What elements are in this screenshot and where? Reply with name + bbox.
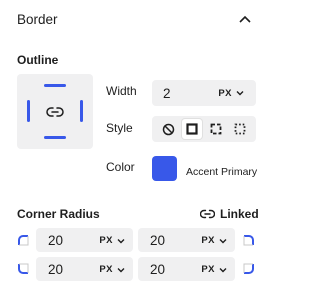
collapse-button[interactable] [237, 12, 253, 26]
outline-label: Outline [17, 53, 59, 67]
unit-label: PX [201, 235, 215, 246]
dotted-border-icon [234, 123, 246, 135]
bottom-right-radius-input[interactable]: 20 PX [138, 257, 235, 281]
bottom-side-bar[interactable] [44, 136, 66, 139]
width-input[interactable]: 2 PX [152, 80, 256, 106]
chevron-down-icon [236, 91, 244, 96]
bottom-left-radius-value: 20 [48, 262, 64, 277]
width-unit-select[interactable]: PX [218, 88, 244, 99]
no-border-icon [162, 123, 174, 135]
color-name[interactable]: Accent Primary [186, 166, 257, 178]
bottom-right-radius-value: 20 [150, 262, 166, 277]
outline-side-picker[interactable] [17, 74, 93, 149]
style-label: Style [106, 121, 133, 135]
dashed-border-icon [210, 123, 222, 135]
solid-border-icon [186, 123, 198, 135]
style-none-option[interactable] [158, 119, 178, 139]
unit-label: PX [201, 264, 215, 275]
bottom-right-unit-select[interactable]: PX [201, 264, 227, 275]
width-value: 2 [163, 85, 171, 101]
top-right-corner-icon [243, 235, 254, 246]
style-dashed-option[interactable] [206, 119, 226, 139]
top-right-unit-select[interactable]: PX [201, 235, 227, 246]
top-left-unit-select[interactable]: PX [99, 235, 125, 246]
border-section-title: Border [17, 12, 58, 27]
unit-label: PX [99, 264, 113, 275]
style-dotted-option[interactable] [230, 119, 250, 139]
bottom-right-corner-icon [243, 263, 254, 274]
width-label: Width [106, 84, 137, 98]
top-right-radius-input[interactable]: 20 PX [138, 228, 235, 252]
top-left-radius-input[interactable]: 20 PX [36, 228, 133, 252]
unit-label: PX [99, 235, 113, 246]
color-swatch[interactable] [152, 156, 177, 181]
top-left-radius-value: 20 [48, 233, 64, 248]
right-side-bar[interactable] [80, 100, 83, 122]
bottom-left-corner-icon [18, 263, 29, 274]
style-solid-option[interactable] [182, 119, 202, 139]
linked-label: Linked [220, 207, 259, 221]
chevron-down-icon [117, 267, 125, 272]
style-toggle-group [152, 116, 256, 142]
chevron-down-icon [219, 267, 227, 272]
top-side-bar[interactable] [44, 84, 66, 87]
chevron-up-icon [239, 15, 251, 23]
chevron-down-icon [219, 238, 227, 243]
chevron-down-icon [117, 238, 125, 243]
corner-radius-label: Corner Radius [17, 207, 100, 221]
link-icon[interactable] [46, 103, 64, 121]
color-label: Color [106, 160, 135, 174]
bottom-left-radius-input[interactable]: 20 PX [36, 257, 133, 281]
top-right-radius-value: 20 [150, 233, 166, 248]
top-left-corner-icon [18, 235, 29, 246]
link-icon [200, 209, 215, 219]
left-side-bar[interactable] [27, 100, 30, 122]
width-unit-label: PX [218, 87, 232, 99]
linked-toggle[interactable]: Linked [200, 207, 259, 221]
bottom-left-unit-select[interactable]: PX [99, 264, 125, 275]
